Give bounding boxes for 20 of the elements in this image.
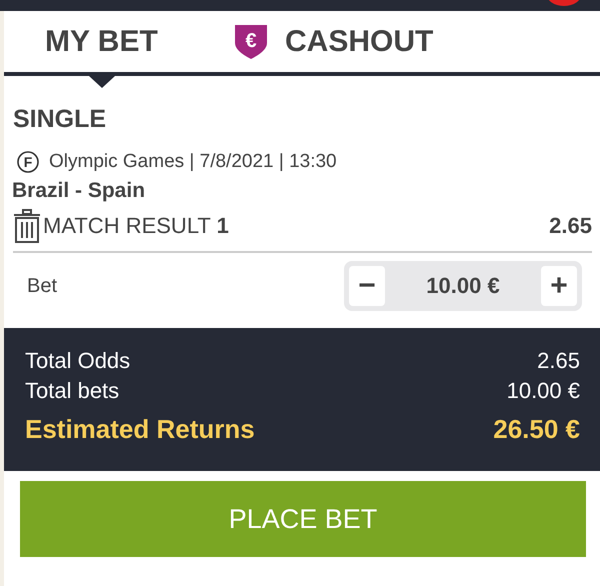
- market-selection: MATCH RESULT 1: [43, 213, 229, 239]
- stake-amount[interactable]: 10.00 €: [385, 273, 541, 299]
- tab[interactable]: MY BET: [45, 11, 235, 92]
- selection-odds: 2.65: [549, 213, 592, 239]
- summary-value: 2.65: [537, 348, 580, 374]
- event-info: Olympic Games | 7/8/2021 | 13:30: [49, 151, 337, 173]
- summary-value: 10.00 €: [506, 378, 580, 404]
- bet-type: SINGLE: [13, 105, 108, 134]
- summary-label: Total bets: [25, 378, 120, 404]
- summary-label: Total Odds: [25, 348, 130, 374]
- euro-shield-icon: €: [235, 24, 267, 58]
- match-teams: Brazil - Spain: [12, 179, 146, 203]
- decrease-button[interactable]: −: [349, 266, 385, 306]
- football-icon: F: [17, 151, 39, 173]
- trash-icon[interactable]: [13, 209, 41, 243]
- increase-button[interactable]: +: [541, 266, 577, 306]
- tab[interactable]: € CASHOUT: [235, 11, 434, 92]
- stake-label: Bet: [27, 274, 58, 298]
- summary-value: 26.50 €: [493, 414, 580, 445]
- summary-label: Estimated Returns: [25, 414, 255, 445]
